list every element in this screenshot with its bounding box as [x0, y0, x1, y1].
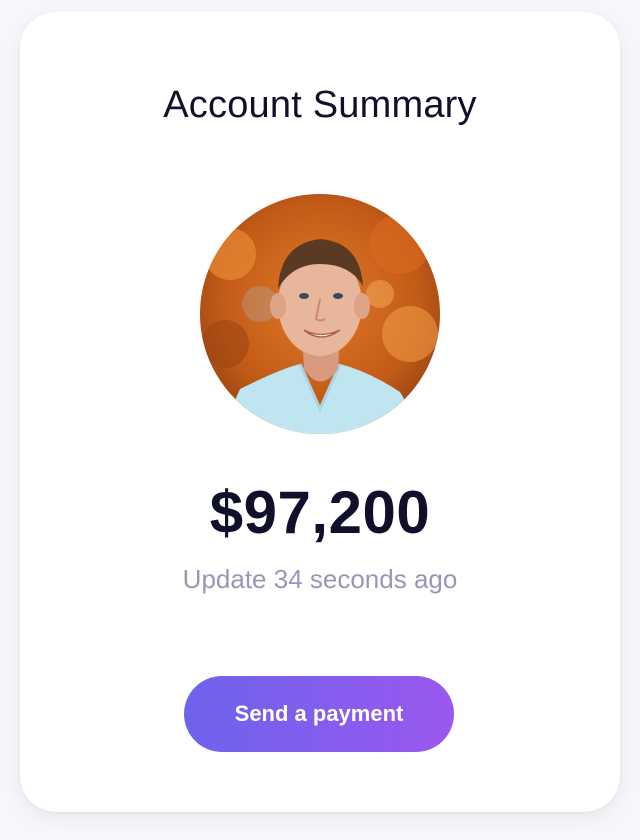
account-balance: $97,200 — [209, 479, 431, 546]
page-title: Account Summary — [163, 84, 477, 126]
last-updated-text: Update 34 seconds ago — [182, 564, 458, 594]
account-summary-card: Account Summary $97,200 Update 34 second… — [20, 12, 620, 812]
send-payment-button[interactable]: Send a payment — [184, 676, 454, 752]
avatar-photo — [200, 194, 440, 434]
avatar — [200, 194, 440, 434]
